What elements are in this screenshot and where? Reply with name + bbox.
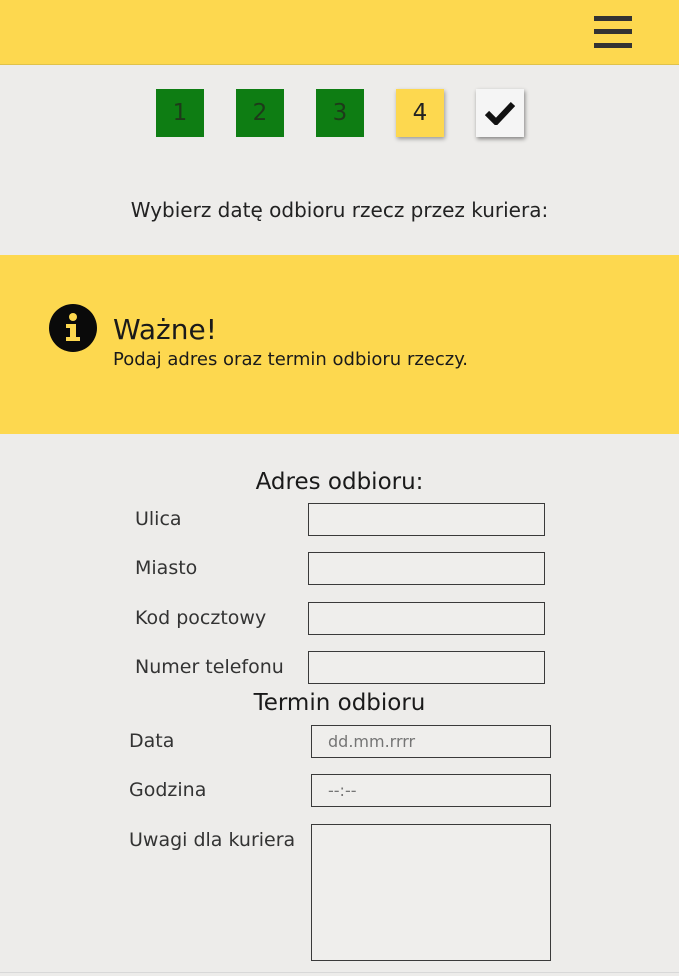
bottom-divider <box>0 972 679 973</box>
step-indicator: 1 2 3 4 <box>0 89 679 137</box>
time-label: Godzina <box>129 779 207 801</box>
step-4[interactable]: 4 <box>396 89 444 137</box>
time-input[interactable] <box>311 774 551 807</box>
notice-text: Podaj adres oraz termin odbioru rzeczy. <box>113 349 469 370</box>
street-input[interactable] <box>308 503 545 536</box>
step-3-label: 3 <box>332 100 348 126</box>
schedule-section-title: Termin odbioru <box>253 690 426 716</box>
step-1-label: 1 <box>172 100 188 126</box>
step-2-label: 2 <box>252 100 268 126</box>
phone-input[interactable] <box>308 651 545 684</box>
top-bar <box>0 0 679 65</box>
step-1[interactable]: 1 <box>156 89 204 137</box>
info-icon <box>49 304 97 352</box>
step-2[interactable]: 2 <box>236 89 284 137</box>
important-notice: Ważne! Podaj adres oraz termin odbioru r… <box>0 255 679 434</box>
notice-title: Ważne! <box>113 313 217 346</box>
hamburger-menu-icon[interactable] <box>594 16 632 48</box>
date-label: Data <box>129 730 175 752</box>
phone-label: Numer telefonu <box>135 656 284 678</box>
courier-notes-label: Uwagi dla kuriera <box>129 829 296 851</box>
postal-code-label: Kod pocztowy <box>135 607 267 629</box>
checkmark-icon <box>485 101 515 125</box>
page-instruction: Wybierz datę odbioru rzecz przez kuriera… <box>130 198 549 222</box>
courier-notes-textarea[interactable] <box>311 824 551 961</box>
step-final[interactable] <box>476 89 524 137</box>
step-3[interactable]: 3 <box>316 89 364 137</box>
city-input[interactable] <box>308 552 545 585</box>
city-label: Miasto <box>135 557 198 579</box>
step-4-label: 4 <box>412 100 428 126</box>
date-input[interactable] <box>311 725 551 758</box>
street-label: Ulica <box>135 508 182 530</box>
address-section-title: Adres odbioru: <box>255 469 424 495</box>
postal-code-input[interactable] <box>308 602 545 635</box>
